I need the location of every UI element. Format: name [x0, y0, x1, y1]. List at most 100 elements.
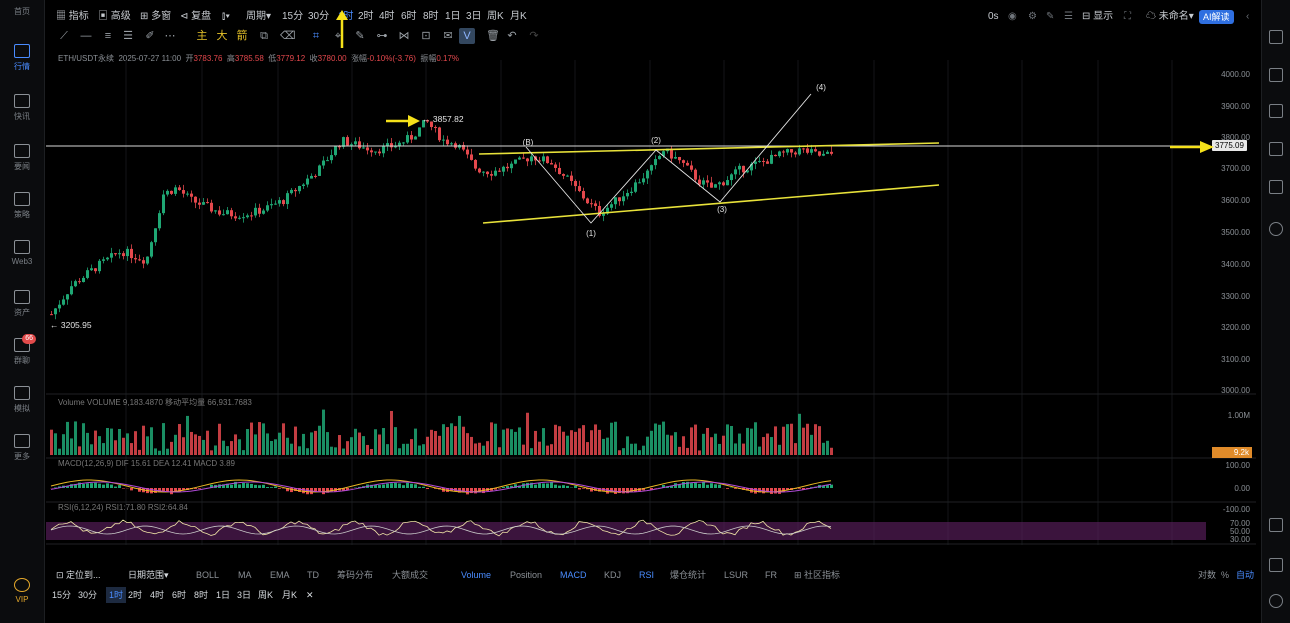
- indicator-tab-boll[interactable]: BOLL: [196, 567, 219, 583]
- advanced-button[interactable]: ▣ 高级: [98, 8, 131, 26]
- interval-1d[interactable]: 1日: [445, 8, 461, 26]
- indicator-tab-ma[interactable]: MA: [238, 567, 252, 583]
- interval-2h[interactable]: 2时: [358, 8, 374, 26]
- monitor-icon[interactable]: [1269, 142, 1283, 156]
- quick-interval-4h[interactable]: 4时: [150, 587, 164, 603]
- lock-icon[interactable]: ⊡: [420, 30, 432, 42]
- line-tool-icon[interactable]: ⟋: [58, 30, 70, 42]
- list-icon[interactable]: ☰: [1064, 8, 1073, 26]
- multi-window-button[interactable]: ⊞ 多窗: [140, 8, 171, 26]
- group-icon[interactable]: ⧉: [258, 30, 270, 42]
- indicator-tab-volume[interactable]: Volume: [461, 567, 491, 583]
- eraser-icon[interactable]: ⌫: [280, 30, 296, 42]
- date-range-button[interactable]: 日期范围▾: [128, 567, 169, 583]
- edit-icon[interactable]: ✎: [1046, 8, 1054, 26]
- sidebar-item-market[interactable]: 行情: [2, 44, 42, 72]
- interval-3d[interactable]: 3日: [466, 8, 482, 26]
- undo-icon[interactable]: ↶: [506, 30, 518, 42]
- sidebar-item-home[interactable]: 首页: [2, 6, 42, 17]
- sidebar-item-strategy[interactable]: 策略: [2, 192, 42, 220]
- log-scale-toggle[interactable]: 对数: [1198, 567, 1216, 583]
- trash-icon[interactable]: 🗑: [486, 30, 500, 42]
- chart-area[interactable]: ETH/USDT永续 2025-07-27 11:00 开3783.76 高37…: [46, 50, 1256, 550]
- pencil-icon[interactable]: ✎: [354, 30, 366, 42]
- pattern-icon[interactable]: ⋈: [398, 30, 410, 42]
- quick-interval-6h[interactable]: 6时: [172, 587, 186, 603]
- quick-interval-1d[interactable]: 1日: [216, 587, 230, 603]
- share-icon[interactable]: [1269, 558, 1283, 572]
- indicator-tab-kdj[interactable]: KDJ: [604, 567, 621, 583]
- period-button[interactable]: 周期▾: [246, 8, 271, 26]
- collapse-icon[interactable]: ‹: [1246, 8, 1249, 26]
- settings-icon[interactable]: ⚙: [1028, 8, 1037, 26]
- indicator-tab-position[interactable]: Position: [510, 567, 542, 583]
- indicator-tab-liquidation[interactable]: 爆仓统计: [670, 567, 706, 583]
- measure-tool-icon[interactable]: 大: [216, 30, 228, 42]
- community-indicators-button[interactable]: ⊞ 社区指标: [794, 567, 840, 583]
- wave-tool-icon[interactable]: 主: [196, 30, 208, 42]
- trend-icon[interactable]: [1269, 104, 1283, 118]
- layout-name-button[interactable]: ☁ 未命名▾: [1146, 8, 1194, 26]
- ai-interpret-button[interactable]: AI解读: [1199, 10, 1234, 24]
- indicator-tab-chips[interactable]: 筹码分布: [337, 567, 373, 583]
- indicator-tab-large-trades[interactable]: 大额成交: [392, 567, 428, 583]
- indicators-button[interactable]: ▦ 指标: [56, 8, 89, 26]
- sidebar-item-assets[interactable]: 资产: [2, 290, 42, 318]
- fullscreen-icon[interactable]: ⛶: [1124, 8, 1131, 26]
- price-chart[interactable]: (B)(1)(2)(3)(4)← 3857.82← 3205.957月 187月…: [46, 50, 1256, 550]
- brush-icon[interactable]: ✐: [144, 30, 156, 42]
- replay-button[interactable]: ⊲ 复盘: [180, 8, 211, 26]
- interval-4h[interactable]: 4时: [379, 8, 395, 26]
- close-icon[interactable]: ✕: [306, 587, 314, 603]
- indicator-tab-td[interactable]: TD: [307, 567, 319, 583]
- note-icon[interactable]: ✉: [442, 30, 454, 42]
- indicator-tab-rsi[interactable]: RSI: [639, 567, 654, 583]
- quick-interval-3d[interactable]: 3日: [237, 587, 251, 603]
- sidebar-item-vip[interactable]: VIP: [2, 578, 42, 604]
- selected-tool-icon[interactable]: V: [459, 28, 475, 44]
- interval-week[interactable]: 周K: [487, 8, 504, 26]
- interval-15m[interactable]: 15分: [282, 8, 303, 26]
- more-tools-icon[interactable]: ⋯: [164, 30, 176, 42]
- fibonacci-icon[interactable]: ☰: [122, 30, 134, 42]
- sidebar-item-flash[interactable]: 快讯: [2, 94, 42, 122]
- sidebar-item-web3[interactable]: Web3: [2, 240, 42, 266]
- indicator-tab-macd[interactable]: MACD: [560, 567, 587, 583]
- quick-interval-1h[interactable]: 1时: [106, 587, 127, 603]
- quick-interval-8h[interactable]: 8时: [194, 587, 208, 603]
- parallel-channel-icon[interactable]: ≡: [102, 30, 114, 42]
- interval-30m[interactable]: 30分: [308, 8, 329, 26]
- indicator-tab-fr[interactable]: FR: [765, 567, 777, 583]
- locate-button[interactable]: ⊡ 定位到...: [56, 567, 101, 583]
- auto-scale-toggle[interactable]: 自动: [1236, 567, 1254, 583]
- display-button[interactable]: ⊟ 显示: [1082, 8, 1113, 26]
- quick-interval-30m[interactable]: 30分: [78, 587, 97, 603]
- link-icon[interactable]: ⊶: [376, 30, 388, 42]
- pattern-tool-icon[interactable]: 箭: [236, 30, 248, 42]
- redo-icon[interactable]: ↷: [528, 30, 540, 42]
- sidebar-item-more[interactable]: 更多: [2, 434, 42, 462]
- orderbook-icon[interactable]: [1269, 30, 1283, 44]
- layout-icon[interactable]: [1269, 518, 1283, 532]
- interval-6h[interactable]: 6时: [401, 8, 417, 26]
- chart-type-button[interactable]: ⫾▾: [222, 8, 230, 26]
- magnet-icon[interactable]: ⌗: [310, 30, 322, 42]
- quick-interval-month[interactable]: 月K: [282, 587, 297, 603]
- cards-icon[interactable]: [1269, 180, 1283, 194]
- indicator-tab-lsur[interactable]: LSUR: [724, 567, 748, 583]
- quick-interval-2h[interactable]: 2时: [128, 587, 142, 603]
- sidebar-item-simulate[interactable]: 模拟: [2, 386, 42, 414]
- camera-icon[interactable]: ◉: [1008, 8, 1017, 26]
- interval-8h[interactable]: 8时: [423, 8, 439, 26]
- sidebar-item-headlines[interactable]: 要闻: [2, 144, 42, 172]
- camera-icon[interactable]: [1269, 594, 1283, 608]
- compass-icon[interactable]: [1269, 222, 1283, 236]
- percent-scale-toggle[interactable]: %: [1221, 567, 1229, 583]
- interval-month[interactable]: 月K: [510, 8, 527, 26]
- sidebar-item-chat[interactable]: 66 群聊: [2, 334, 42, 366]
- quick-interval-week[interactable]: 周K: [258, 587, 273, 603]
- horizontal-line-icon[interactable]: —: [80, 30, 92, 42]
- quick-interval-15m[interactable]: 15分: [52, 587, 71, 603]
- indicator-tab-ema[interactable]: EMA: [270, 567, 290, 583]
- calculator-icon[interactable]: [1269, 68, 1283, 82]
